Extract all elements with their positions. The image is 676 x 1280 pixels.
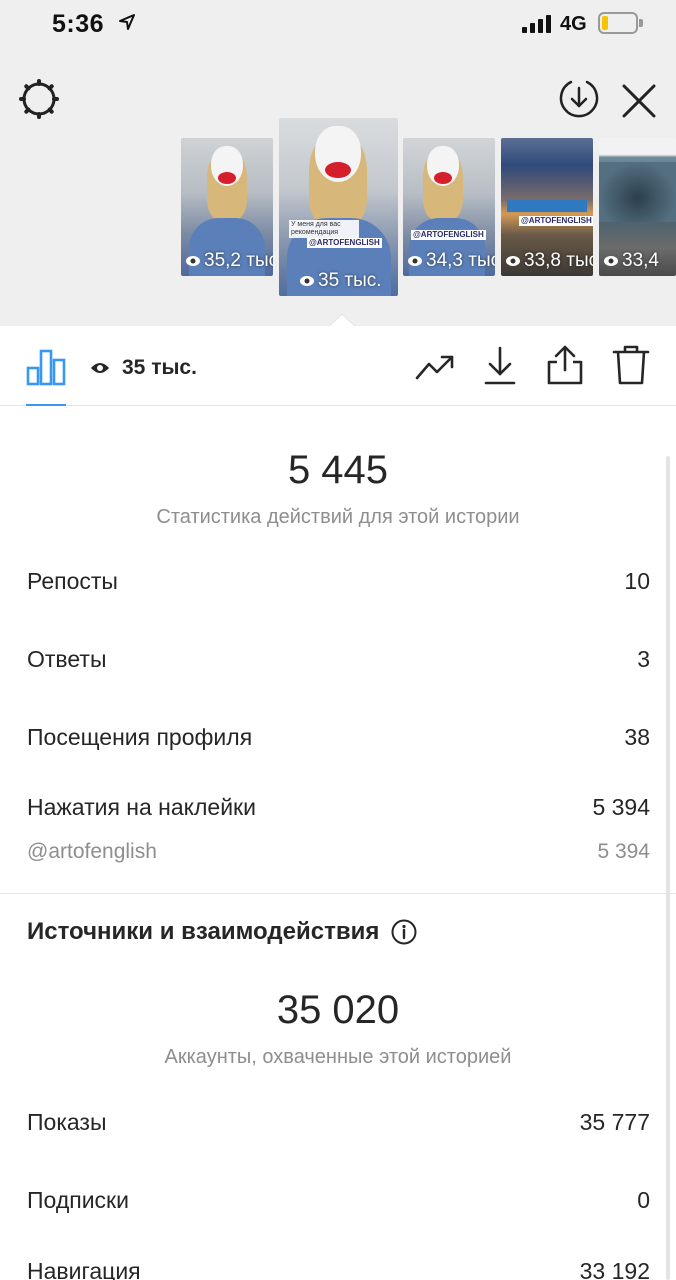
stat-row-profile-visits: Посещения профиля 38 [27, 724, 650, 751]
stat-label: @artofenglish [27, 840, 157, 863]
story-thumbnail[interactable]: @ARTOFENGLISH 33,8 тыс. [501, 138, 593, 276]
stat-label: Репосты [27, 568, 118, 594]
stat-row-mention-sticker: @artofenglish 5 394 [27, 840, 650, 864]
stat-value: 5 394 [597, 840, 650, 863]
share-icon[interactable] [546, 344, 584, 386]
stat-label: Посещения профиля [27, 724, 253, 750]
close-icon[interactable] [620, 82, 658, 120]
download-circle-icon[interactable] [557, 76, 601, 120]
network-type: 4G [560, 13, 587, 35]
stat-row-sticker-taps: Нажатия на наклейки 5 394 [27, 794, 650, 821]
stat-label: Подписки [27, 1187, 129, 1213]
interactions-subtitle: Статистика действий для этой истории [156, 506, 520, 528]
stat-label: Показы [27, 1109, 107, 1135]
views-total: 35 тыс. [122, 356, 197, 379]
stat-label: Нажатия на наклейки [27, 794, 256, 820]
caption-sticker: У меня для вас рекомендация [289, 220, 359, 238]
interactions-total: 5 445 [287, 448, 389, 492]
views-count: 34,3 тыс. [407, 250, 495, 272]
section-divider [0, 893, 676, 894]
stat-value: 35 777 [579, 1109, 650, 1135]
status-bar: 5:36 4G [0, 0, 676, 50]
status-time: 5:36 [52, 10, 105, 38]
mention-sticker: @ARTOFENGLISH [519, 216, 593, 226]
discovery-section-title: Источники и взаимодействия [27, 918, 417, 946]
stat-row-navigation: Навигация 33 192 [27, 1258, 650, 1280]
info-icon[interactable] [391, 919, 417, 945]
stat-row-impressions: Показы 35 777 [27, 1109, 650, 1136]
battery-icon [598, 12, 643, 34]
mention-sticker: @ARTOFENGLISH [411, 230, 486, 240]
stat-value: 5 394 [592, 794, 650, 820]
views-count: 35,2 тыс. [185, 250, 273, 272]
gear-icon[interactable] [18, 78, 60, 120]
stat-value: 10 [624, 568, 650, 594]
stat-row-follows: Подписки 0 [27, 1187, 650, 1214]
stat-value: 38 [624, 724, 650, 750]
stat-row-replies: Ответы 3 [27, 646, 650, 673]
eye-icon [91, 363, 109, 373]
reach-total: 35 020 [276, 988, 400, 1032]
bar-chart-icon[interactable] [26, 348, 66, 386]
stat-row-reposts: Репосты 10 [27, 568, 650, 595]
views-count: 35 тыс. [299, 270, 382, 292]
story-header: 35,2 тыс. У меня для вас рекомендация @A… [0, 50, 676, 326]
views-summary: 35 тыс. [90, 356, 197, 380]
story-thumbnail-selected[interactable]: У меня для вас рекомендация @ARTOFENGLIS… [279, 118, 398, 296]
story-toolbar: 35 тыс. [0, 326, 676, 406]
views-count: 33,4 [603, 250, 659, 272]
scrollbar[interactable] [666, 456, 670, 1280]
section-title-text: Источники и взаимодействия [27, 918, 380, 945]
stat-label: Ответы [27, 646, 107, 672]
trending-up-icon[interactable] [414, 352, 456, 382]
reach-subtitle: Аккаунты, охваченные этой историей [164, 1046, 512, 1068]
views-count: 33,8 тыс. [505, 250, 593, 272]
mention-sticker: @ARTOFENGLISH [307, 238, 382, 248]
signal-bars-icon [522, 15, 552, 33]
story-thumbnail[interactable]: 33,4 [599, 138, 676, 276]
stat-value: 0 [637, 1187, 650, 1213]
download-icon[interactable] [483, 346, 517, 386]
story-thumbnail[interactable]: 35,2 тыс. [181, 138, 273, 276]
stat-value: 33 192 [579, 1258, 650, 1280]
tab-indicator [26, 404, 66, 406]
location-arrow-icon [119, 14, 135, 30]
stat-value: 3 [637, 646, 650, 672]
trash-icon[interactable] [612, 344, 650, 386]
story-thumbnail[interactable]: @ARTOFENGLISH 34,3 тыс. [403, 138, 495, 276]
stat-label: Навигация [27, 1258, 141, 1280]
